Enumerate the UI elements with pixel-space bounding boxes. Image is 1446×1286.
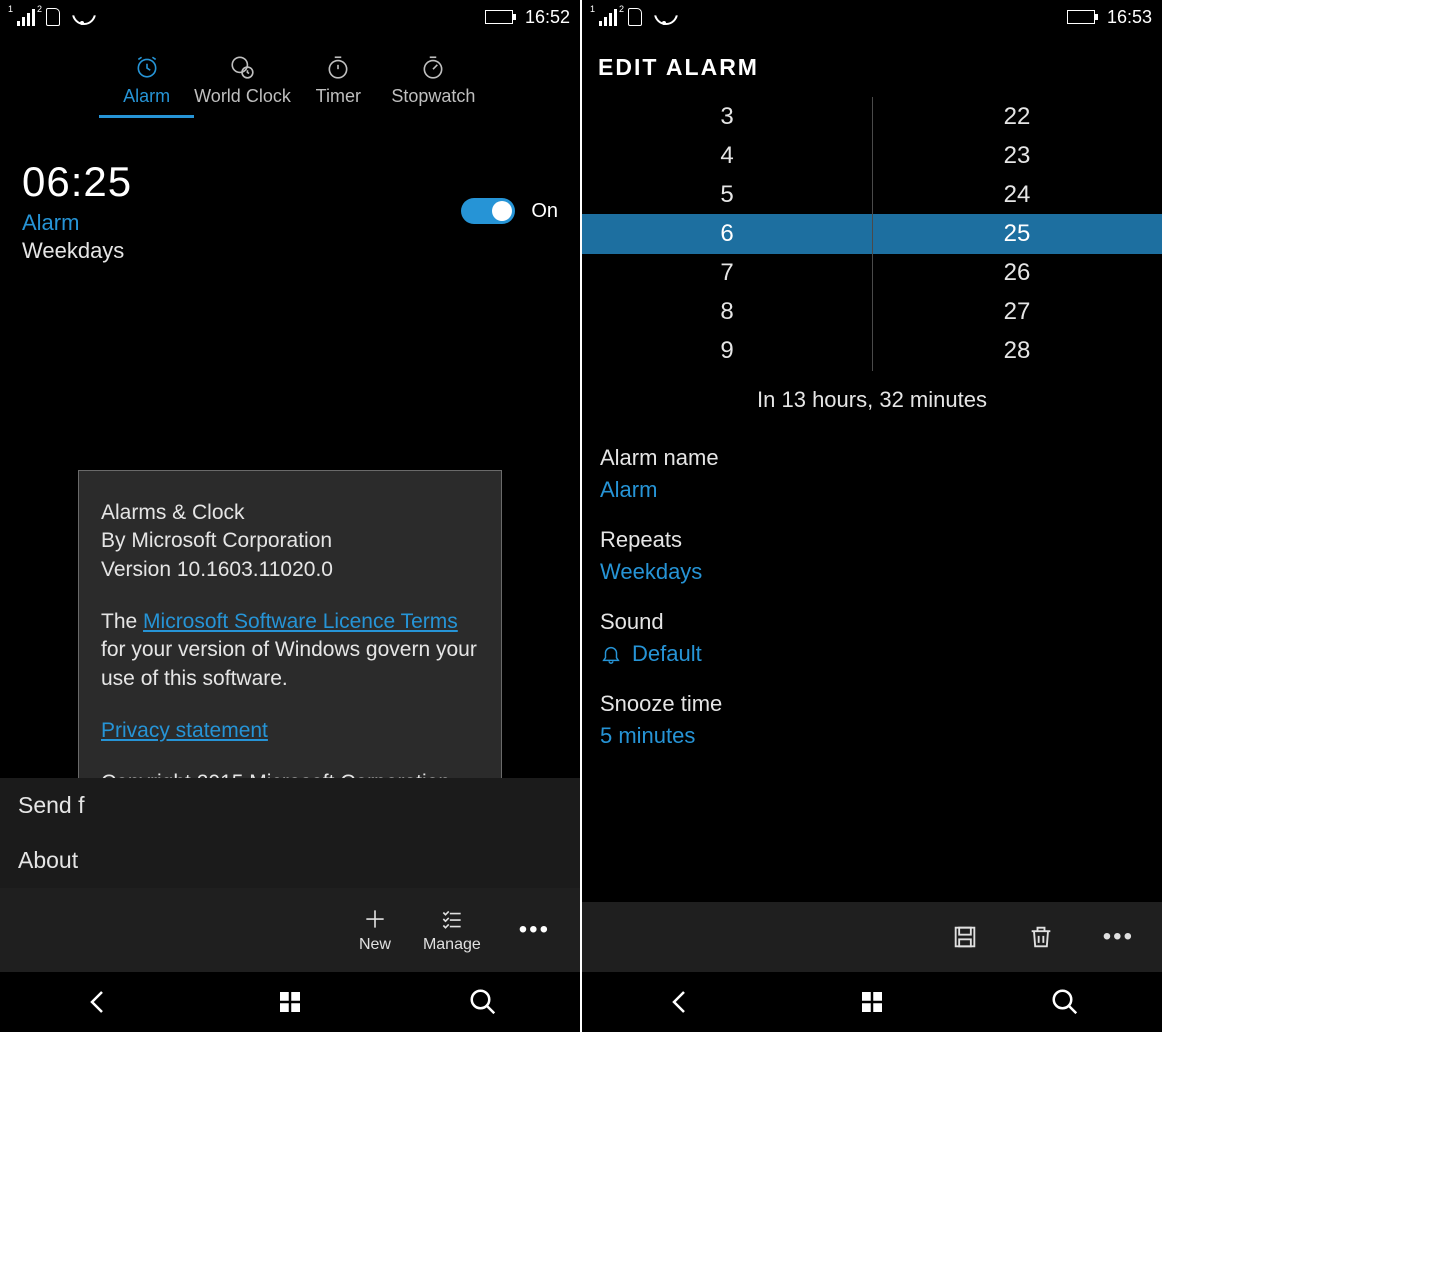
globe-clock-icon: [229, 54, 255, 80]
picker-divider: [872, 97, 873, 371]
status-bar: 1 2 16:53: [582, 0, 1162, 34]
sound-value: Default: [600, 641, 1144, 667]
tab-world-clock[interactable]: World Clock: [194, 48, 291, 118]
snooze-value: 5 minutes: [600, 723, 1144, 749]
send-feedback-item[interactable]: Send f: [0, 778, 580, 833]
about-app-name: Alarms & Clock: [101, 499, 479, 527]
tab-stopwatch-label: Stopwatch: [391, 86, 475, 107]
overflow-menu: Send f About: [0, 778, 580, 888]
plus-icon: [362, 906, 388, 932]
snooze-field[interactable]: Snooze time 5 minutes: [582, 681, 1162, 763]
repeats-field[interactable]: Repeats Weekdays: [582, 517, 1162, 599]
tab-bar: Alarm World Clock Timer Stopwatch: [0, 34, 580, 122]
tab-world-clock-label: World Clock: [194, 86, 291, 107]
start-icon[interactable]: [275, 987, 305, 1017]
search-icon[interactable]: [468, 987, 498, 1017]
save-icon[interactable]: [951, 923, 979, 951]
new-button[interactable]: New: [359, 906, 391, 954]
signal-sim2-icon: 2: [39, 8, 68, 26]
sound-field[interactable]: Sound Default: [582, 599, 1162, 681]
signal-sim2-icon: 2: [621, 8, 650, 26]
alarm-item[interactable]: 06:25 Alarm Weekdays On: [22, 158, 558, 264]
command-bar: New Manage •••: [0, 888, 580, 972]
tab-alarm-label: Alarm: [123, 86, 170, 107]
repeats-label: Repeats: [600, 527, 1144, 553]
tab-stopwatch[interactable]: Stopwatch: [386, 48, 481, 118]
signal-sim1-icon: 1: [10, 9, 35, 26]
delete-icon[interactable]: [1027, 923, 1055, 951]
time-picker[interactable]: 3 4 5 6 7 8 9 22 23 24 25 26 27 28: [582, 97, 1162, 371]
about-item[interactable]: About: [0, 833, 580, 888]
signal-sim1-icon: 1: [592, 9, 617, 26]
nav-bar: [582, 972, 1162, 1032]
more-button[interactable]: •••: [1103, 923, 1134, 951]
checklist-icon: [439, 906, 465, 932]
search-icon[interactable]: [1050, 987, 1080, 1017]
hour-column[interactable]: 3 4 5 6 7 8 9: [582, 97, 872, 371]
nav-bar: [0, 972, 580, 1032]
phone-left: 1 2 16:52 Alarm World Clock Timer Stopwa…: [0, 0, 580, 1032]
status-time: 16:53: [1107, 7, 1152, 28]
alarm-clock-icon: [134, 54, 160, 80]
timer-icon: [325, 54, 351, 80]
page-title: EDIT ALARM: [582, 34, 1162, 97]
battery-icon: [1067, 10, 1095, 24]
phone-right: 1 2 16:53 EDIT ALARM 3 4 5 6 7 8 9 22 23…: [582, 0, 1162, 1032]
alarm-repeat: Weekdays: [22, 238, 461, 264]
command-bar: •••: [582, 902, 1162, 972]
back-icon[interactable]: [82, 987, 112, 1017]
wifi-icon: [72, 9, 92, 25]
tab-timer[interactable]: Timer: [291, 48, 386, 118]
alarm-time: 06:25: [22, 158, 461, 206]
alarm-name-label: Alarm name: [600, 445, 1144, 471]
bell-icon: [600, 643, 622, 665]
about-version: Version 10.1603.11020.0: [101, 556, 479, 584]
alarm-toggle-label: On: [531, 200, 558, 223]
license-terms-link[interactable]: Microsoft Software Licence Terms: [143, 610, 458, 633]
status-time: 16:52: [525, 7, 570, 28]
back-icon[interactable]: [664, 987, 694, 1017]
alarm-name: Alarm: [22, 210, 461, 236]
status-bar: 1 2 16:52: [0, 0, 580, 34]
stopwatch-icon: [420, 54, 446, 80]
start-icon[interactable]: [857, 987, 887, 1017]
wifi-icon: [654, 9, 674, 25]
minute-column[interactable]: 22 23 24 25 26 27 28: [872, 97, 1162, 371]
battery-icon: [485, 10, 513, 24]
alarm-toggle[interactable]: [461, 198, 515, 224]
alarm-name-field[interactable]: Alarm name Alarm: [582, 435, 1162, 517]
sound-label: Sound: [600, 609, 1144, 635]
tab-alarm[interactable]: Alarm: [99, 48, 194, 118]
manage-button[interactable]: Manage: [423, 906, 481, 954]
about-publisher: By Microsoft Corporation: [101, 527, 479, 555]
privacy-statement-link[interactable]: Privacy statement: [101, 719, 268, 742]
about-license-text: The Microsoft Software Licence Terms for…: [101, 608, 479, 693]
tab-timer-label: Timer: [316, 86, 361, 107]
snooze-label: Snooze time: [600, 691, 1144, 717]
time-until-alarm: In 13 hours, 32 minutes: [582, 371, 1162, 435]
alarm-name-value: Alarm: [600, 477, 1144, 503]
more-button[interactable]: •••: [513, 916, 556, 944]
repeats-value: Weekdays: [600, 559, 1144, 585]
